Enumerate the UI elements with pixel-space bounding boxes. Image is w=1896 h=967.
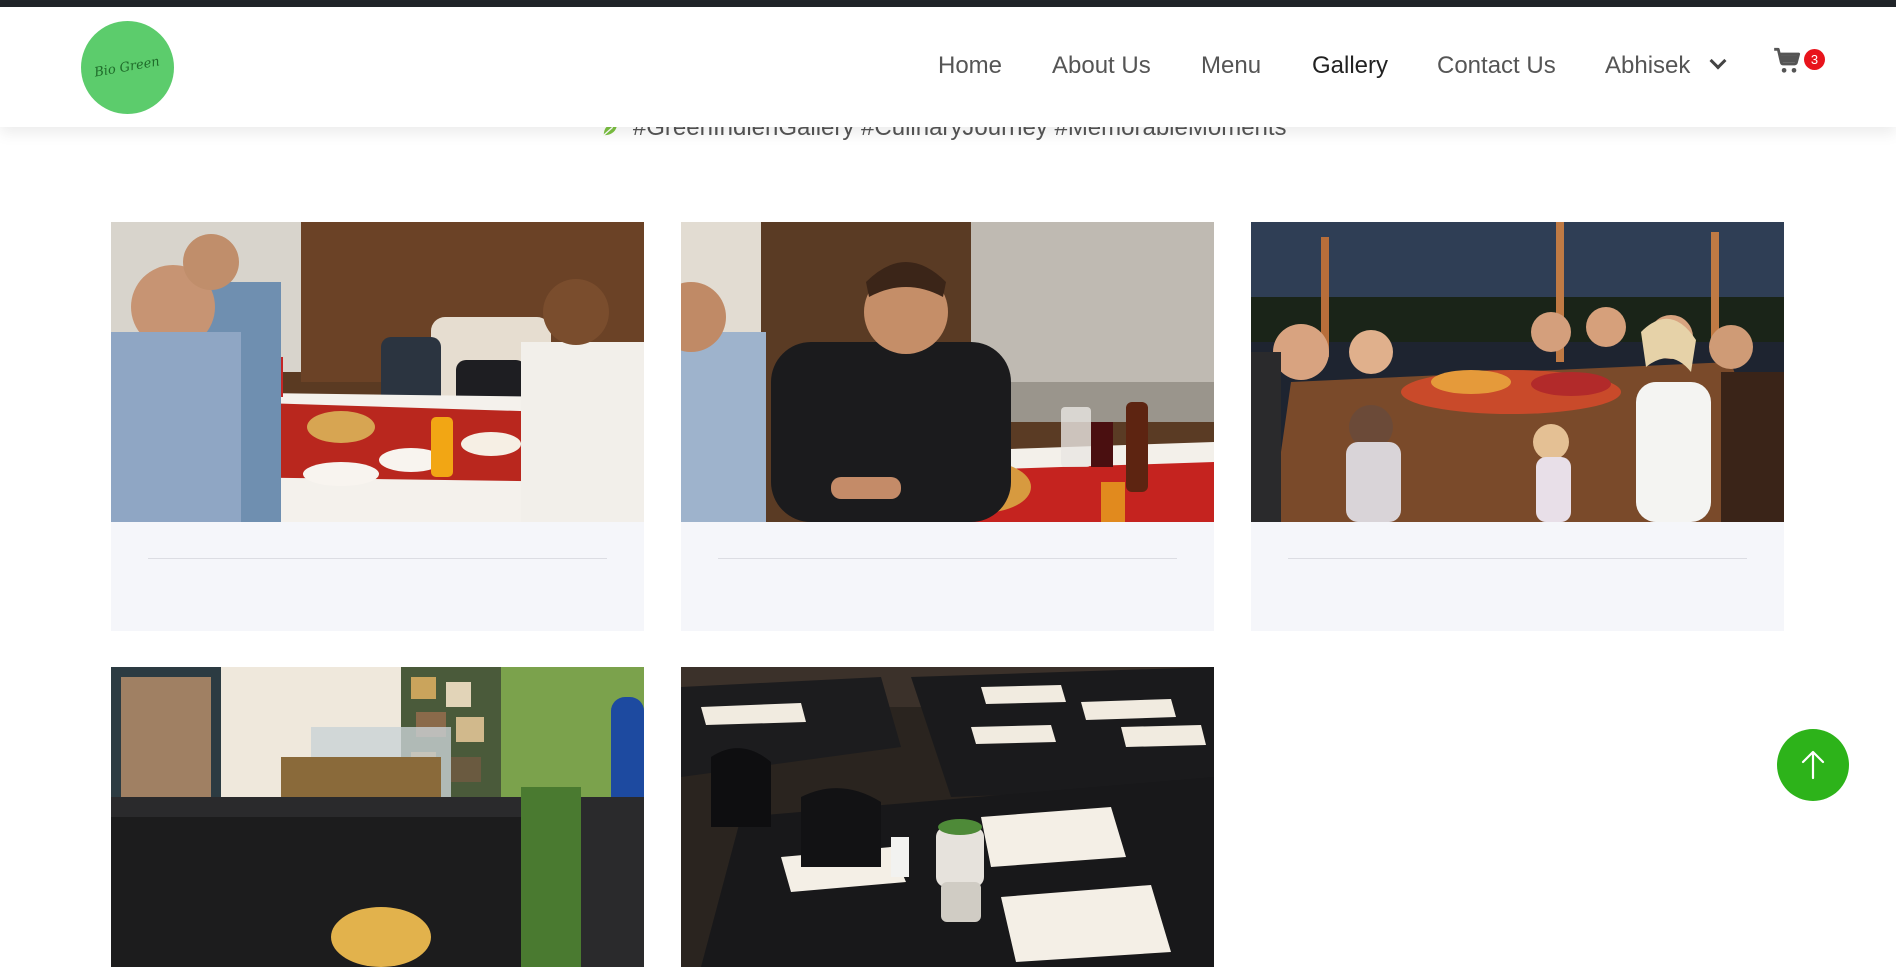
top-border (0, 0, 1896, 7)
scroll-to-top-button[interactable] (1777, 729, 1849, 801)
logo-text: Bio Green (93, 54, 162, 81)
nav-home[interactable]: Home (938, 52, 1002, 80)
gallery-photo[interactable] (681, 667, 1214, 967)
gallery-photo[interactable] (1251, 222, 1784, 522)
nav-menu[interactable]: Menu (1201, 52, 1261, 80)
chevron-down-icon[interactable] (1709, 52, 1727, 70)
gallery-card[interactable] (111, 222, 644, 631)
gallery-card[interactable] (681, 667, 1214, 967)
cart-icon[interactable] (1773, 47, 1801, 75)
nav-user-abhisek[interactable]: Abhisek (1605, 52, 1690, 80)
nav-contact-us[interactable]: Contact Us (1437, 52, 1556, 80)
gallery-card[interactable] (111, 667, 644, 967)
nav-gallery[interactable]: Gallery (1312, 52, 1388, 80)
card-divider (718, 558, 1177, 559)
card-divider (148, 558, 607, 559)
gallery-card[interactable] (681, 222, 1214, 631)
cart-count-badge: 3 (1804, 49, 1825, 70)
card-divider (1288, 558, 1747, 559)
gallery-photo[interactable] (111, 667, 644, 967)
gallery-photo[interactable] (111, 222, 644, 522)
site-header: Bio Green Home About Us Menu Gallery Con… (0, 7, 1896, 127)
brand-logo[interactable]: Bio Green (81, 21, 174, 114)
gallery-photo[interactable] (681, 222, 1214, 522)
nav-about-us[interactable]: About Us (1052, 52, 1151, 80)
arrow-up-icon (1801, 750, 1825, 780)
gallery-card[interactable] (1251, 222, 1784, 631)
